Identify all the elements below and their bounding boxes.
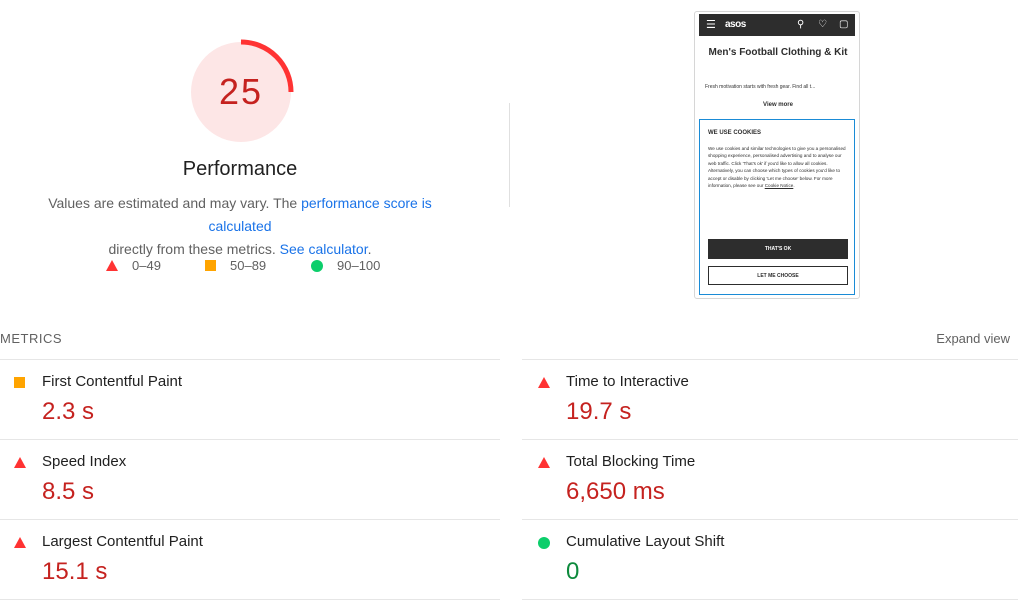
bag-icon: ▢ xyxy=(839,19,849,30)
search-icon: ⚲ xyxy=(797,19,805,30)
metric-value: 2.3 s xyxy=(42,398,95,425)
circle-icon xyxy=(311,259,323,272)
see-calculator-link[interactable]: See calculator xyxy=(280,241,368,257)
legend-label: 50–89 xyxy=(230,258,267,273)
final-screenshot[interactable]: ☰ asos ⚲ ♡ ▢ Men's Football Clothing & K… xyxy=(694,11,860,299)
legend-label: 90–100 xyxy=(337,258,381,273)
circle-icon xyxy=(538,537,550,549)
metric-total-blocking-time: Total Blocking Time 6,650 ms xyxy=(524,440,1018,520)
cookie-banner: WE USE COOKIES We use cookies and simila… xyxy=(699,119,855,295)
metric-title: Speed Index xyxy=(42,453,127,470)
legend-item-average: 50–89 xyxy=(205,258,266,273)
triangle-icon xyxy=(538,457,550,468)
cookie-notice-link: Cookie Notice xyxy=(764,183,794,189)
metric-value: 19.7 s xyxy=(566,398,632,425)
metric-title: First Contentful Paint xyxy=(42,373,183,390)
let-me-choose-button: LET ME CHOOSE xyxy=(708,266,848,285)
score-legend: 0–49 50–89 90–100 xyxy=(0,258,480,276)
thats-ok-button: THAT'S OK xyxy=(708,239,848,259)
score-value: 25 xyxy=(218,71,264,112)
metric-value: 6,650 ms xyxy=(566,478,665,505)
screenshot-view-more: View more xyxy=(763,102,793,108)
legend-label: 0–49 xyxy=(132,258,161,273)
vertical-divider xyxy=(509,103,510,207)
heart-icon: ♡ xyxy=(818,19,827,30)
metric-value: 8.5 s xyxy=(42,478,95,505)
legend-item-pass: 90–100 xyxy=(311,258,380,273)
legend-item-fail: 0–49 xyxy=(106,258,161,273)
square-icon xyxy=(205,260,216,271)
triangle-icon xyxy=(14,457,26,468)
square-icon xyxy=(14,377,25,388)
performance-description: Values are estimated and may vary. The p… xyxy=(20,192,460,261)
cookie-body-text: We use cookies and similar technologies … xyxy=(708,146,846,189)
performance-title: Performance xyxy=(182,158,298,180)
metric-time-to-interactive: Time to Interactive 19.7 s xyxy=(524,360,1018,440)
cookie-body: We use cookies and similar technologies … xyxy=(708,145,848,189)
triangle-icon xyxy=(106,260,118,271)
metric-first-contentful-paint: First Contentful Paint 2.3 s xyxy=(0,360,500,440)
metric-title: Cumulative Layout Shift xyxy=(566,533,725,550)
desc-period: . xyxy=(367,241,372,257)
metric-value: 0 xyxy=(566,558,580,585)
metric-cumulative-layout-shift: Cumulative Layout Shift 0 xyxy=(524,520,1018,600)
triangle-icon xyxy=(538,377,550,388)
metric-largest-contentful-paint: Largest Contentful Paint 15.1 s xyxy=(0,520,500,600)
screenshot-header: ☰ asos ⚲ ♡ ▢ xyxy=(699,14,855,36)
screenshot-page-title: Men's Football Clothing & Kit xyxy=(708,47,848,58)
cookie-heading: WE USE COOKIES xyxy=(708,130,762,136)
asos-logo: asos xyxy=(725,19,746,30)
triangle-icon xyxy=(14,537,26,548)
metrics-heading: METRICS xyxy=(0,331,62,346)
metric-title: Largest Contentful Paint xyxy=(42,533,203,550)
performance-score-gauge: 25 xyxy=(188,39,294,145)
cookie-body-end: . xyxy=(793,183,795,189)
screenshot-subtitle: Fresh motivation starts with fresh gear.… xyxy=(705,84,816,90)
metric-speed-index: Speed Index 8.5 s xyxy=(0,440,500,520)
desc-text: Values are estimated and may vary. The xyxy=(48,195,302,211)
metric-title: Total Blocking Time xyxy=(566,453,696,470)
expand-view-toggle[interactable]: Expand view xyxy=(936,331,1010,346)
desc-text-2: directly from these metrics. xyxy=(108,241,280,257)
menu-icon: ☰ xyxy=(706,19,716,31)
metric-title: Time to Interactive xyxy=(566,373,689,390)
metric-value: 15.1 s xyxy=(42,558,108,585)
